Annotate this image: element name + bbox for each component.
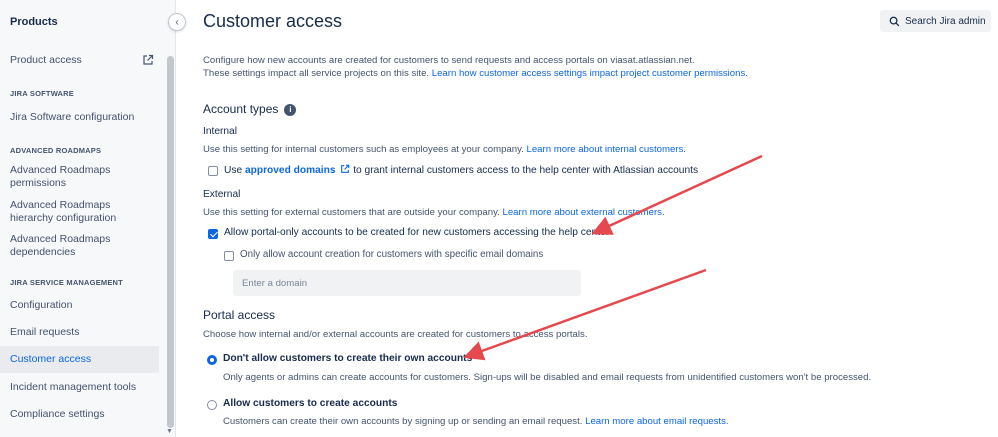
main-content: Customer access Search Jira admin Config… bbox=[203, 0, 998, 437]
portal-access-heading: Portal access bbox=[203, 308, 276, 322]
sidebar-item-jira-software-config[interactable]: Jira Software configuration bbox=[0, 110, 159, 124]
sidebar-item-label: Customer access bbox=[10, 353, 92, 365]
internal-description-text: Use this setting for internal customers … bbox=[203, 144, 527, 155]
allow-self-signup-description: Customers can create their own accounts … bbox=[223, 416, 729, 427]
external-link-icon bbox=[341, 164, 350, 173]
sidebar: Products Product access JIRA SOFTWARE Ji… bbox=[0, 0, 176, 437]
sidebar-scrollbar-thumb[interactable] bbox=[167, 56, 174, 428]
sidebar-item-email-requests[interactable]: Email requests bbox=[0, 323, 159, 341]
specific-domains-label: Only allow account creation for customer… bbox=[240, 249, 544, 260]
sidebar-item-label: Advanced Roadmaps hierarchy configuratio… bbox=[10, 199, 117, 224]
intro-line-2-text: These settings impact all service projec… bbox=[203, 68, 432, 79]
account-types-title: Account types bbox=[203, 102, 279, 116]
collapse-sidebar-button[interactable]: ‹ bbox=[168, 13, 186, 31]
sidebar-item-compliance[interactable]: Compliance settings bbox=[0, 405, 159, 423]
sidebar-title: Products bbox=[10, 16, 58, 28]
sidebar-item-product-access[interactable]: Product access bbox=[0, 53, 159, 67]
sidebar-item-label: Product access bbox=[10, 53, 82, 66]
external-link-icon[interactable] bbox=[142, 54, 154, 66]
sidebar-item-label: Email requests bbox=[10, 325, 80, 338]
external-description: Use this setting for external customers … bbox=[203, 207, 665, 218]
internal-heading: Internal bbox=[203, 126, 237, 137]
intro-line-2: These settings impact all service projec… bbox=[203, 68, 748, 79]
sidebar-item-customer-access[interactable]: Customer access bbox=[0, 346, 159, 373]
intro-line-1: Configure how new accounts are created f… bbox=[203, 55, 695, 66]
sidebar-heading-jira-software: JIRA SOFTWARE bbox=[10, 89, 74, 98]
specific-domains-checkbox[interactable] bbox=[224, 251, 234, 261]
internal-description: Use this setting for internal customers … bbox=[203, 144, 686, 155]
approved-domains-link[interactable]: approved domains bbox=[245, 165, 336, 176]
allow-portal-only-label: Allow portal-only accounts to be created… bbox=[224, 227, 610, 238]
project-permissions-link[interactable]: Learn how customer access settings impac… bbox=[432, 68, 748, 79]
email-requests-link[interactable]: Learn more about email requests. bbox=[585, 416, 728, 427]
internal-customers-link[interactable]: Learn more about internal customers. bbox=[527, 144, 686, 155]
account-types-heading: Account types i bbox=[203, 102, 297, 116]
external-customers-link[interactable]: Learn more about external customers. bbox=[503, 207, 665, 218]
sidebar-item-incident-tools[interactable]: Incident management tools bbox=[0, 378, 159, 396]
portal-access-description: Choose how internal and/or external acco… bbox=[203, 329, 588, 340]
info-icon[interactable]: i bbox=[284, 104, 297, 116]
sidebar-heading-advanced-roadmaps: ADVANCED ROADMAPS bbox=[10, 146, 102, 155]
chevron-left-icon: ‹ bbox=[175, 16, 179, 28]
sidebar-item-roadmaps-dependencies[interactable]: Advanced Roadmaps dependencies bbox=[0, 232, 150, 260]
allow-self-signup-radio[interactable] bbox=[207, 400, 217, 410]
approved-domains-checkbox[interactable] bbox=[208, 166, 218, 176]
no-self-signup-radio[interactable] bbox=[207, 355, 217, 365]
external-description-text: Use this setting for external customers … bbox=[203, 207, 503, 218]
approved-domains-label-pre: Use bbox=[224, 165, 245, 176]
sidebar-item-label: Advanced Roadmaps dependencies bbox=[10, 233, 111, 258]
sidebar-heading-jsm: JIRA SERVICE MANAGEMENT bbox=[10, 278, 123, 287]
no-self-signup-label: Don't allow customers to create their ow… bbox=[223, 353, 473, 364]
allow-self-signup-description-text: Customers can create their own accounts … bbox=[223, 416, 586, 427]
sidebar-item-label: Configuration bbox=[10, 298, 73, 311]
search-jira-admin-button[interactable]: Search Jira admin bbox=[880, 10, 991, 32]
sidebar-item-label: Incident management tools bbox=[10, 380, 137, 393]
sidebar-item-roadmaps-hierarchy[interactable]: Advanced Roadmaps hierarchy configuratio… bbox=[0, 198, 150, 226]
sidebar-item-configuration[interactable]: Configuration bbox=[0, 296, 159, 314]
sidebar-item-label: Jira Software configuration bbox=[10, 110, 135, 123]
search-icon bbox=[889, 16, 900, 26]
search-button-label: Search Jira admin bbox=[905, 15, 986, 27]
scroll-down-arrow-icon[interactable]: ▼ bbox=[166, 428, 173, 435]
sidebar-item-label: Advanced Roadmaps permissions bbox=[10, 164, 111, 189]
external-heading: External bbox=[203, 189, 241, 200]
page-title: Customer access bbox=[203, 11, 343, 31]
approved-domains-label-post: to grant internal customers access to th… bbox=[350, 165, 699, 176]
allow-portal-only-checkbox[interactable] bbox=[208, 229, 218, 239]
sidebar-item-label: Compliance settings bbox=[10, 407, 105, 420]
approved-domains-label: Use approved domains to grant internal c… bbox=[224, 164, 698, 176]
allow-self-signup-label: Allow customers to create accounts bbox=[223, 398, 398, 409]
no-self-signup-description: Only agents or admins can create account… bbox=[223, 372, 872, 383]
domain-input[interactable] bbox=[233, 270, 581, 296]
sidebar-item-roadmaps-permissions[interactable]: Advanced Roadmaps permissions bbox=[0, 163, 150, 191]
